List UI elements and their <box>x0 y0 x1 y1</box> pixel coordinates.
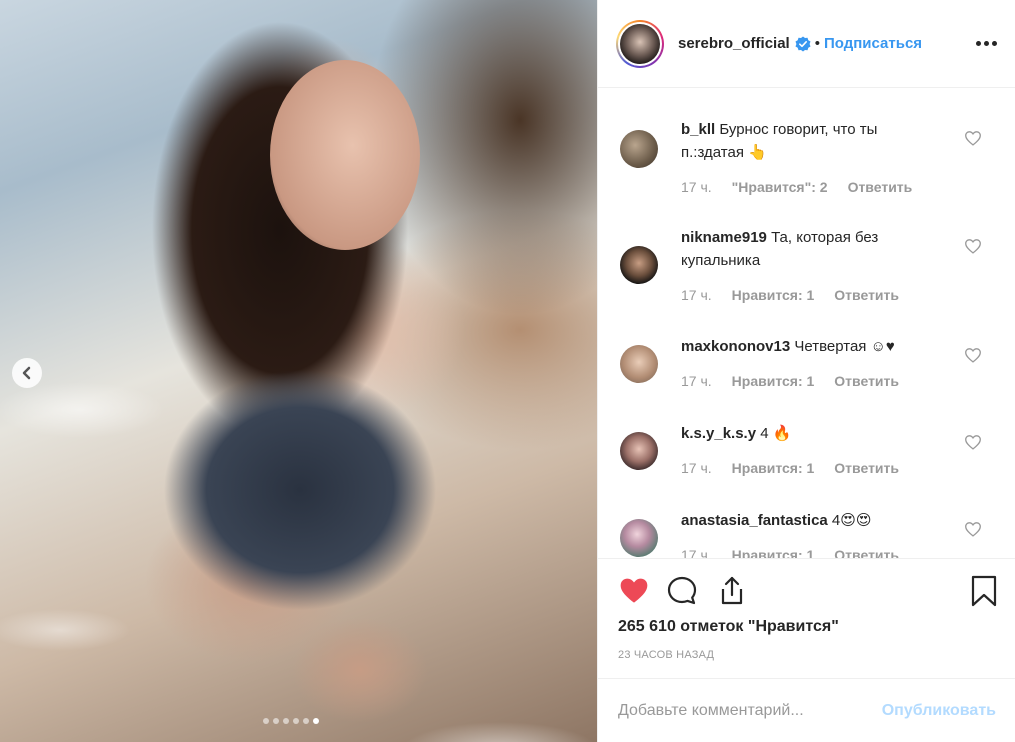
like-comment-heart-icon[interactable] <box>964 521 982 537</box>
comment-text: 4😍😍 <box>831 512 872 529</box>
photo-face <box>270 60 420 250</box>
more-options-icon[interactable] <box>976 41 997 46</box>
header-separator: • <box>814 35 820 52</box>
comment-likes[interactable]: Нравится: 1 <box>732 547 815 558</box>
comments-list[interactable]: b_kll Бурнос говорит, что ты п.:здатая 👆… <box>598 88 1015 558</box>
carousel-dot <box>313 718 319 724</box>
comment-likes[interactable]: Нравится: 1 <box>732 373 815 389</box>
comment-text: Четвертая ☺♥ <box>794 338 895 355</box>
commenter-avatar[interactable] <box>620 432 658 470</box>
carousel-dot <box>263 718 269 724</box>
like-comment-heart-icon[interactable] <box>964 347 982 363</box>
share-icon[interactable] <box>716 575 748 607</box>
author-avatar[interactable] <box>620 23 660 64</box>
reply-button[interactable]: Ответить <box>834 547 899 558</box>
comment-age: 17 ч. <box>681 373 712 389</box>
post-side-panel: serebro_official • Подписаться b_kll Бур… <box>597 0 1015 742</box>
follow-button[interactable]: Подписаться <box>824 35 922 52</box>
like-comment-heart-icon[interactable] <box>964 238 982 254</box>
comment-age: 17 ч. <box>681 547 712 558</box>
comment-username[interactable]: b_kll <box>681 121 715 138</box>
reply-button[interactable]: Ответить <box>848 179 913 195</box>
carousel-indicator <box>263 718 319 724</box>
chevron-left-icon <box>22 366 31 380</box>
comment-text: 4 🔥 <box>760 425 792 442</box>
comment-age: 17 ч. <box>681 179 712 195</box>
carousel-prev-button[interactable] <box>12 358 42 388</box>
comment-age: 17 ч. <box>681 460 712 476</box>
likes-count[interactable]: 265 610 отметок "Нравится" <box>618 618 839 636</box>
reply-button[interactable]: Ответить <box>834 287 899 303</box>
carousel-dot <box>273 718 279 724</box>
reply-button[interactable]: Ответить <box>834 373 899 389</box>
like-comment-heart-icon[interactable] <box>964 130 982 146</box>
comment-username[interactable]: nikname919 <box>681 229 767 246</box>
story-ring[interactable] <box>616 19 664 68</box>
post-header: serebro_official • Подписаться <box>598 0 1015 88</box>
comment-age: 17 ч. <box>681 287 712 303</box>
publish-button[interactable]: Опубликовать <box>882 702 996 720</box>
author-username[interactable]: serebro_official <box>678 35 790 52</box>
verified-badge-icon <box>795 36 811 52</box>
comment-bubble-icon[interactable] <box>666 575 698 607</box>
comment-username[interactable]: anastasia_fantastica <box>681 512 828 529</box>
carousel-dot <box>293 718 299 724</box>
photo-sea-foam <box>0 330 597 742</box>
post-photo[interactable] <box>0 0 597 742</box>
comment-likes[interactable]: "Нравится": 2 <box>732 179 828 195</box>
add-comment-bar: Опубликовать <box>598 678 1015 742</box>
carousel-dot <box>303 718 309 724</box>
post-timestamp[interactable]: 23 ЧАСОВ НАЗАД <box>618 649 714 661</box>
commenter-avatar[interactable] <box>620 519 658 557</box>
commenter-avatar[interactable] <box>620 246 658 284</box>
comment-input[interactable] <box>618 701 868 720</box>
bookmark-icon[interactable] <box>970 575 998 607</box>
commenter-avatar[interactable] <box>620 130 658 168</box>
comment-likes[interactable]: Нравится: 1 <box>732 460 815 476</box>
reply-button[interactable]: Ответить <box>834 460 899 476</box>
like-comment-heart-icon[interactable] <box>964 434 982 450</box>
carousel-dot <box>283 718 289 724</box>
commenter-avatar[interactable] <box>620 345 658 383</box>
comment-username[interactable]: maxkononov13 <box>681 338 790 355</box>
like-heart-icon[interactable] <box>618 575 650 605</box>
comment-username[interactable]: k.s.y_k.s.y <box>681 425 756 442</box>
post-actions: 265 610 отметок "Нравится" 23 ЧАСОВ НАЗА… <box>598 558 1015 678</box>
comment-likes[interactable]: Нравится: 1 <box>732 287 815 303</box>
